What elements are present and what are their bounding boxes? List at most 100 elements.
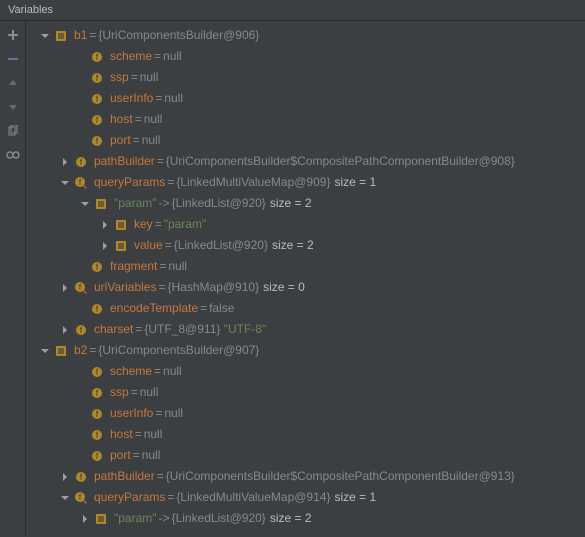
var-size: size = 2: [270, 193, 312, 214]
var-value: null: [163, 361, 182, 382]
var-name: port: [110, 130, 131, 151]
entry-key: "param": [114, 193, 157, 214]
link-icon[interactable]: [5, 147, 21, 163]
var-type: {UriComponentsBuilder$CompositePathCompo…: [166, 466, 515, 487]
var-type: {UriComponentsBuilder@906}: [98, 25, 259, 46]
tree-row[interactable]: f fragment = null: [26, 256, 585, 277]
var-type: {LinkedList@920}: [172, 193, 266, 214]
var-size: size = 1: [334, 172, 376, 193]
var-name: scheme: [110, 46, 152, 67]
field-icon: f: [90, 92, 104, 106]
tree-row[interactable]: f userInfo = null: [26, 88, 585, 109]
object-icon: [54, 29, 68, 43]
var-type: {HashMap@910}: [168, 277, 260, 298]
tree-row[interactable]: f uriVariables = {HashMap@910}size = 0: [26, 277, 585, 298]
var-name: host: [110, 109, 133, 130]
tree-row-b1[interactable]: b1 = {UriComponentsBuilder@906}: [26, 25, 585, 46]
expand-arrow-icon[interactable]: [58, 176, 72, 190]
var-name: port: [110, 445, 131, 466]
tree-row[interactable]: f pathBuilder = {UriComponentsBuilder$Co…: [26, 466, 585, 487]
var-name: ssp: [110, 67, 129, 88]
field-icon: f: [90, 386, 104, 400]
copy-icon[interactable]: [5, 123, 21, 139]
var-size: size = 1: [334, 487, 376, 508]
expand-arrow-icon[interactable]: [78, 197, 92, 211]
var-name: pathBuilder: [94, 466, 155, 487]
panel-title: Variables: [0, 0, 585, 21]
expand-arrow-icon[interactable]: [98, 239, 112, 253]
variables-panel: b1 = {UriComponentsBuilder@906} f scheme…: [0, 21, 585, 536]
var-type: {LinkedMultiValueMap@909}: [176, 172, 330, 193]
var-value: null: [142, 130, 161, 151]
tree-row[interactable]: "param" -> {LinkedList@920} size = 2: [26, 193, 585, 214]
tree-row[interactable]: f port = null: [26, 130, 585, 151]
arrow-sep: ->: [159, 508, 170, 529]
expand-arrow-icon[interactable]: [98, 218, 112, 232]
var-type: {UTF_8@911}: [144, 319, 220, 340]
var-name: host: [110, 424, 133, 445]
var-value: null: [163, 46, 182, 67]
field-icon: f: [90, 71, 104, 85]
tree-row[interactable]: "param" -> {LinkedList@920} size = 2: [26, 508, 585, 529]
object-icon: [114, 239, 128, 253]
var-name: b1: [74, 25, 87, 46]
variables-tree[interactable]: b1 = {UriComponentsBuilder@906} f scheme…: [26, 21, 585, 536]
tree-row[interactable]: f scheme = null: [26, 361, 585, 382]
var-type: {LinkedList@920}: [174, 235, 268, 256]
var-name: userInfo: [110, 88, 153, 109]
var-size: size = 0: [263, 277, 305, 298]
expand-arrow-icon[interactable]: [58, 281, 72, 295]
tree-row[interactable]: f host = null: [26, 424, 585, 445]
var-value: null: [144, 424, 163, 445]
tree-row[interactable]: f ssp = null: [26, 382, 585, 403]
tree-row[interactable]: value = {LinkedList@920}size = 2: [26, 235, 585, 256]
tree-row[interactable]: f port = null: [26, 445, 585, 466]
expand-arrow-icon[interactable]: [58, 155, 72, 169]
tree-row[interactable]: f scheme = null: [26, 46, 585, 67]
field-icon: f: [74, 155, 88, 169]
eq: =: [89, 25, 96, 46]
var-name: charset: [94, 319, 133, 340]
tree-row[interactable]: f userInfo = null: [26, 403, 585, 424]
var-size: size = 2: [270, 508, 312, 529]
tree-row[interactable]: f queryParams = {LinkedMultiValueMap@914…: [26, 487, 585, 508]
var-type: {LinkedList@920}: [172, 508, 266, 529]
expand-arrow-icon[interactable]: [78, 512, 92, 526]
tree-row[interactable]: f charset = {UTF_8@911} "UTF-8": [26, 319, 585, 340]
object-icon: [114, 218, 128, 232]
field-icon: f: [90, 260, 104, 274]
expand-arrow-icon[interactable]: [58, 470, 72, 484]
var-value: null: [140, 67, 159, 88]
field-icon: f: [74, 323, 88, 337]
plus-icon[interactable]: [5, 27, 21, 43]
field-pin-icon: f: [74, 281, 88, 295]
expand-arrow-icon[interactable]: [38, 29, 52, 43]
var-name: userInfo: [110, 403, 153, 424]
var-name: value: [134, 235, 163, 256]
up-icon[interactable]: [5, 75, 21, 91]
field-icon: f: [90, 134, 104, 148]
var-name: fragment: [110, 256, 157, 277]
down-icon[interactable]: [5, 99, 21, 115]
expand-arrow-icon[interactable]: [58, 491, 72, 505]
var-value: null: [164, 403, 183, 424]
expand-arrow-icon[interactable]: [58, 323, 72, 337]
field-icon: f: [90, 449, 104, 463]
arrow-sep: ->: [159, 193, 170, 214]
field-icon: f: [90, 113, 104, 127]
field-icon: f: [90, 365, 104, 379]
field-pin-icon: f: [74, 176, 88, 190]
tree-row-b2[interactable]: b2 = {UriComponentsBuilder@907}: [26, 340, 585, 361]
minus-icon[interactable]: [5, 51, 21, 67]
tree-row[interactable]: key = "param": [26, 214, 585, 235]
var-value: false: [209, 298, 234, 319]
var-value: null: [164, 88, 183, 109]
var-name: encodeTemplate: [110, 298, 198, 319]
var-type: {UriComponentsBuilder@907}: [98, 340, 259, 361]
tree-row[interactable]: f queryParams = {LinkedMultiValueMap@909…: [26, 172, 585, 193]
tree-row[interactable]: f encodeTemplate = false: [26, 298, 585, 319]
tree-row[interactable]: f pathBuilder = {UriComponentsBuilder$Co…: [26, 151, 585, 172]
expand-arrow-icon[interactable]: [38, 344, 52, 358]
tree-row[interactable]: f host = null: [26, 109, 585, 130]
tree-row[interactable]: f ssp = null: [26, 67, 585, 88]
